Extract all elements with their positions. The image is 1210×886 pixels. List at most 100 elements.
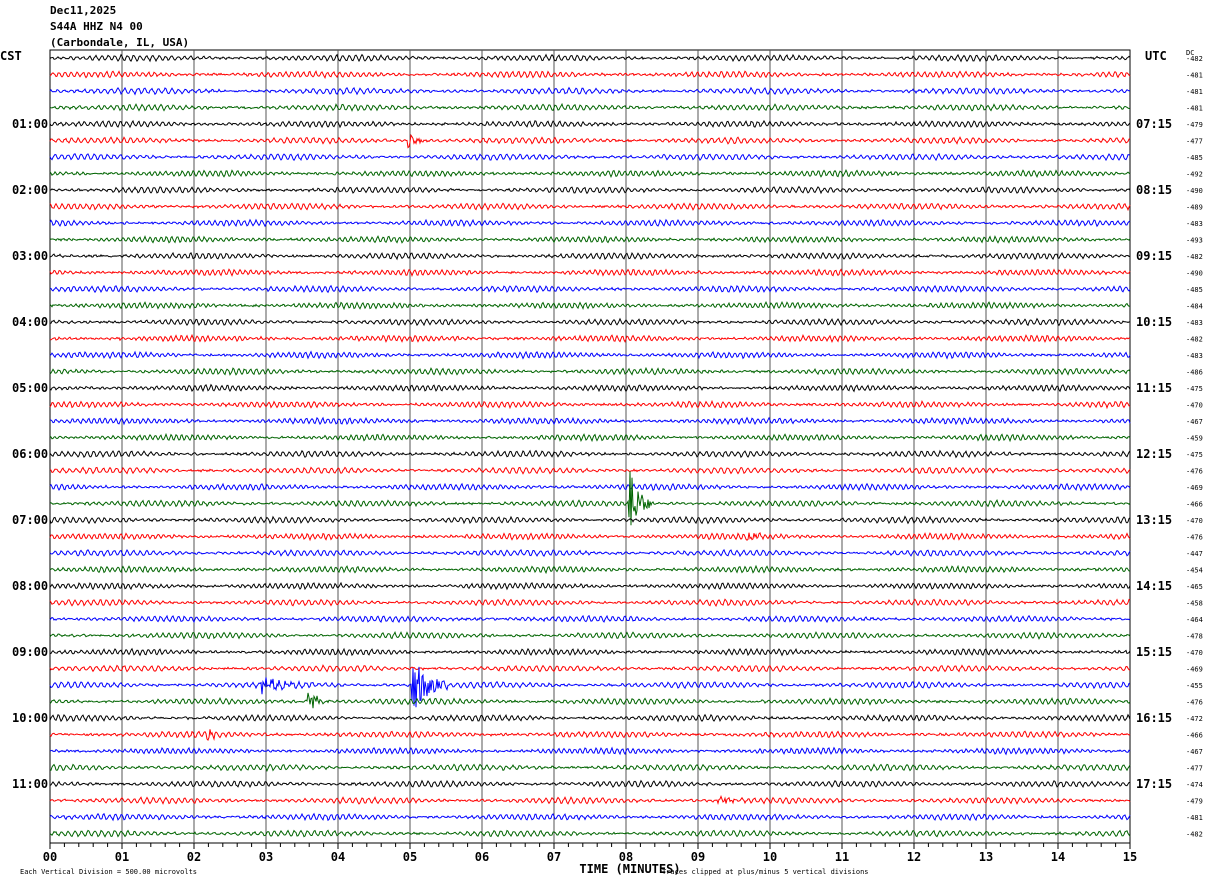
dc-offset: -466 — [1186, 501, 1203, 509]
seismic-trace — [50, 317, 1131, 327]
seismic-trace — [49, 383, 1131, 393]
dc-offset: -477 — [1186, 138, 1203, 146]
x-tick-label: 07 — [547, 850, 561, 864]
seismic-trace — [49, 746, 1131, 756]
dc-offset: -464 — [1186, 616, 1203, 624]
seismic-trace — [49, 268, 1131, 278]
seismic-trace — [49, 598, 1131, 607]
right-time-label: 16:15 — [1136, 711, 1172, 725]
dc-offset: -447 — [1186, 550, 1203, 558]
dc-offset: -467 — [1186, 418, 1203, 426]
seismic-trace — [49, 449, 1131, 459]
right-time-label: 11:15 — [1136, 381, 1172, 395]
dc-offset: -470 — [1186, 649, 1203, 657]
seismic-trace — [50, 763, 1131, 772]
dc-offset: -470 — [1186, 402, 1203, 410]
dc-offset: -477 — [1186, 765, 1203, 773]
seismic-trace — [49, 692, 1131, 709]
x-tick-label: 13 — [979, 850, 993, 864]
x-tick-label: 11 — [835, 850, 849, 864]
seismic-trace — [49, 333, 1131, 343]
scale-note: Each Vertical Division = 500.00 microvol… — [20, 868, 197, 876]
x-tick-label: 12 — [907, 850, 921, 864]
plot-frame — [49, 49, 1131, 844]
dc-offset: -467 — [1186, 748, 1203, 756]
dc-offset: -474 — [1186, 781, 1203, 789]
seismic-trace — [49, 779, 1130, 789]
dc-offset: -481 — [1186, 72, 1203, 80]
right-time-label: 14:15 — [1136, 579, 1172, 593]
dc-offset: -469 — [1186, 484, 1203, 492]
x-tick-label: 04 — [331, 850, 345, 864]
seismic-trace — [49, 218, 1131, 228]
seismic-trace — [49, 664, 1131, 673]
dc-offset: -475 — [1186, 385, 1203, 393]
seismic-trace — [49, 548, 1131, 558]
seismic-trace — [49, 366, 1131, 376]
dc-offset: -483 — [1186, 220, 1203, 228]
right-time-label: 09:15 — [1136, 249, 1172, 263]
dc-offset: -465 — [1186, 583, 1203, 591]
dc-offset: -486 — [1186, 369, 1203, 377]
dc-offset: -476 — [1186, 534, 1203, 542]
seismic-trace — [49, 152, 1131, 162]
seismic-trace — [49, 713, 1131, 723]
dc-offset: -459 — [1186, 435, 1203, 443]
x-tick-label: 09 — [691, 850, 705, 864]
left-axis-title: CST — [0, 49, 22, 63]
seismic-trace — [49, 102, 1131, 112]
dc-offset: -466 — [1186, 732, 1203, 740]
x-tick-label: 05 — [403, 850, 417, 864]
seismic-trace — [49, 729, 1131, 742]
right-time-label: 10:15 — [1136, 315, 1172, 329]
seismic-trace — [49, 416, 1131, 426]
dc-offset: -481 — [1186, 88, 1203, 96]
seismic-trace — [49, 515, 1131, 525]
dc-offset: -458 — [1186, 600, 1203, 608]
right-time-label: 07:15 — [1136, 117, 1172, 131]
dc-offset: -484 — [1186, 303, 1203, 311]
seismic-trace — [49, 794, 1131, 805]
dc-offset: -475 — [1186, 451, 1203, 459]
seismic-trace — [49, 251, 1131, 261]
dc-offset: -483 — [1186, 352, 1203, 360]
x-tick-label: 15 — [1123, 850, 1137, 864]
left-time-label: 10:00 — [12, 711, 48, 725]
x-tick-label: 02 — [187, 850, 201, 864]
seismic-trace — [49, 471, 1131, 526]
seismic-trace — [49, 169, 1131, 179]
left-time-label: 06:00 — [12, 447, 48, 461]
x-tick-label: 00 — [43, 850, 57, 864]
dc-offset: -472 — [1186, 715, 1203, 723]
seismic-trace — [49, 532, 1131, 542]
seismic-trace — [49, 185, 1131, 195]
seismic-trace — [49, 631, 1131, 640]
dc-offset: -490 — [1186, 270, 1203, 278]
right-time-label: 17:15 — [1136, 777, 1172, 791]
seismic-trace — [49, 399, 1131, 410]
seismic-trace — [49, 70, 1131, 79]
x-tick-label: 01 — [115, 850, 129, 864]
dc-offset: -492 — [1186, 171, 1203, 179]
seismic-trace — [49, 581, 1131, 591]
dc-offset: -482 — [1186, 253, 1203, 261]
left-time-label: 05:00 — [12, 381, 48, 395]
dc-offset: -455 — [1186, 682, 1203, 690]
seismic-trace — [49, 133, 1131, 149]
x-tick-label: 06 — [475, 850, 489, 864]
x-tick-label: 03 — [259, 850, 273, 864]
x-tick-label: 14 — [1051, 850, 1065, 864]
helicorder-chart: 00 01 02 03 04 05 06 07 08 09 10 11 12 13 14 15TIME (MI… — [0, 49, 1203, 876]
dc-offset: -476 — [1186, 468, 1203, 476]
dc-offset: -481 — [1186, 105, 1203, 113]
seismic-trace — [49, 301, 1130, 311]
clip-note: Traces clipped at plus/minus 5 vertical … — [662, 868, 869, 876]
dc-offset: -454 — [1186, 567, 1203, 575]
dc-offset: -485 — [1186, 154, 1203, 162]
seismic-trace — [49, 432, 1131, 443]
dc-offset: -476 — [1186, 699, 1203, 707]
dc-offset: -481 — [1186, 814, 1203, 822]
dc-offset: -478 — [1186, 633, 1203, 641]
left-time-label: 01:00 — [12, 117, 48, 131]
seismic-trace — [49, 614, 1131, 624]
